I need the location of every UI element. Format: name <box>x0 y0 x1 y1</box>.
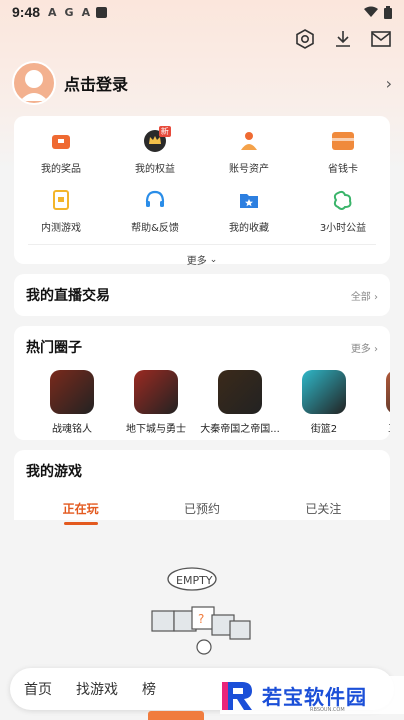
grid-item-charity[interactable]: 3小时公益 <box>296 187 390 234</box>
nav-rankings[interactable]: 榜 <box>142 679 156 699</box>
notification-icon <box>96 6 108 18</box>
my-games-card: 我的游戏 正在玩 已预约 已关注 <box>14 450 390 525</box>
beta-game-icon <box>48 187 74 213</box>
grid-label: 我的权益 <box>135 164 175 175</box>
view-all-link[interactable]: 全部 › <box>351 288 378 303</box>
status-time: 9:48 <box>12 4 41 20</box>
more-button[interactable]: 更多 ⌄ <box>28 244 376 274</box>
grid-label: 我的奖品 <box>41 164 81 175</box>
live-trading-title: 我的直播交易 <box>26 288 110 304</box>
floating-tab[interactable] <box>148 711 204 720</box>
avatar[interactable] <box>12 61 56 105</box>
tab-reserved[interactable]: 已预约 <box>141 500 262 517</box>
mail-icon[interactable] <box>370 28 392 50</box>
savings-card-icon <box>330 128 356 154</box>
tab-followed[interactable]: 已关注 <box>263 500 384 517</box>
circle-name: 战魂铭人 <box>52 424 92 435</box>
top-toolbar <box>294 28 392 50</box>
grid-item-prizes[interactable]: 我的奖品 <box>14 128 108 175</box>
battery-icon <box>384 5 392 19</box>
watermark-logo <box>222 682 252 710</box>
circle-game-icon <box>218 370 262 414</box>
charity-icon <box>330 187 356 213</box>
status-letter: A <box>48 5 57 19</box>
grid-item-savings-card[interactable]: 省钱卡 <box>296 128 390 175</box>
gift-box-icon <box>48 128 74 154</box>
grid-label: 我的收藏 <box>229 223 269 234</box>
grid-label: 帮助&反馈 <box>131 223 179 234</box>
circle-item[interactable]: 三国志幻 <box>366 370 390 435</box>
grid-label: 内测游戏 <box>41 223 81 234</box>
circle-item[interactable]: 地下城与勇士 <box>114 370 198 435</box>
empty-state-illustration: EMPTY ? <box>140 565 264 665</box>
nav-home[interactable]: 首页 <box>24 679 52 699</box>
my-games-title: 我的游戏 <box>26 464 82 480</box>
account-assets-icon <box>236 128 262 154</box>
circle-name: 地下城与勇士 <box>126 424 186 435</box>
grid-item-favorites[interactable]: 我的收藏 <box>202 187 296 234</box>
games-tabs: 正在玩 已预约 已关注 <box>14 492 390 525</box>
more-circles-label: 更多 <box>350 343 371 355</box>
nav-find-games[interactable]: 找游戏 <box>76 679 118 699</box>
hot-circles-title: 热门圈子 <box>26 340 82 356</box>
view-all-label: 全部 <box>350 291 371 303</box>
chevron-right-icon[interactable]: › <box>386 74 392 93</box>
circle-name: 街篮2 <box>310 424 338 435</box>
favorites-folder-icon <box>236 187 262 213</box>
circle-game-icon <box>134 370 178 414</box>
circle-game-icon <box>302 370 346 414</box>
circle-item[interactable]: 战魂铭人 <box>30 370 114 435</box>
download-icon[interactable] <box>332 28 354 50</box>
grid-item-rights[interactable]: 新 我的权益 <box>108 126 202 175</box>
status-bar: 9:48 A G A <box>0 0 404 24</box>
grid-item-help-feedback[interactable]: 帮助&反馈 <box>108 187 202 234</box>
grid-item-assets[interactable]: 账号资产 <box>202 128 296 175</box>
watermark-sub: RBSOUN.COM <box>310 707 345 713</box>
wifi-icon <box>364 6 378 17</box>
watermark-text: 若宝软件园 <box>262 684 367 709</box>
grid-label: 3小时公益 <box>319 223 367 234</box>
empty-label: EMPTY <box>176 574 213 587</box>
circle-name: 大秦帝国之帝国... <box>200 424 280 435</box>
live-trading-card[interactable]: 我的直播交易 全部 › <box>14 274 390 316</box>
login-label[interactable]: 点击登录 <box>64 71 128 95</box>
circle-item[interactable]: 大秦帝国之帝国... <box>198 370 282 435</box>
settings-icon[interactable] <box>294 28 316 50</box>
hot-circles-card: 热门圈子 更多 › 战魂铭人 地下城与勇士 大秦帝国之帝国... 街篮2 三国志幻 <box>14 326 390 440</box>
chevron-down-icon: ⌄ <box>209 254 218 265</box>
watermark: 若宝软件园 RBSOUN.COM <box>220 676 404 714</box>
status-letter: A <box>81 5 91 19</box>
circles-list: 战魂铭人 地下城与勇士 大秦帝国之帝国... 街篮2 三国志幻 <box>14 368 390 435</box>
circle-name: 三国志幻 <box>388 420 390 435</box>
circle-game-icon <box>50 370 94 414</box>
more-circles-link[interactable]: 更多 › <box>351 340 378 355</box>
circle-game-icon <box>386 370 390 414</box>
default-avatar-icon <box>20 70 48 101</box>
svg-text:?: ? <box>198 612 204 626</box>
grid-label: 账号资产 <box>229 164 269 175</box>
login-row[interactable]: 点击登录 › <box>12 60 392 106</box>
more-label: 更多 <box>186 256 207 267</box>
headset-icon <box>142 187 168 213</box>
grid-label: 省钱卡 <box>328 164 358 175</box>
tab-playing[interactable]: 正在玩 <box>20 500 141 525</box>
status-letter: G <box>64 5 74 19</box>
grid-item-beta-games[interactable]: 内测游戏 <box>14 187 108 234</box>
new-badge: 新 <box>158 126 171 137</box>
feature-card: 我的奖品 新 我的权益 账号资产 省钱卡 内测游戏 帮助&反馈 我的收藏 3小时… <box>14 116 390 267</box>
circle-item[interactable]: 街篮2 <box>282 370 366 435</box>
